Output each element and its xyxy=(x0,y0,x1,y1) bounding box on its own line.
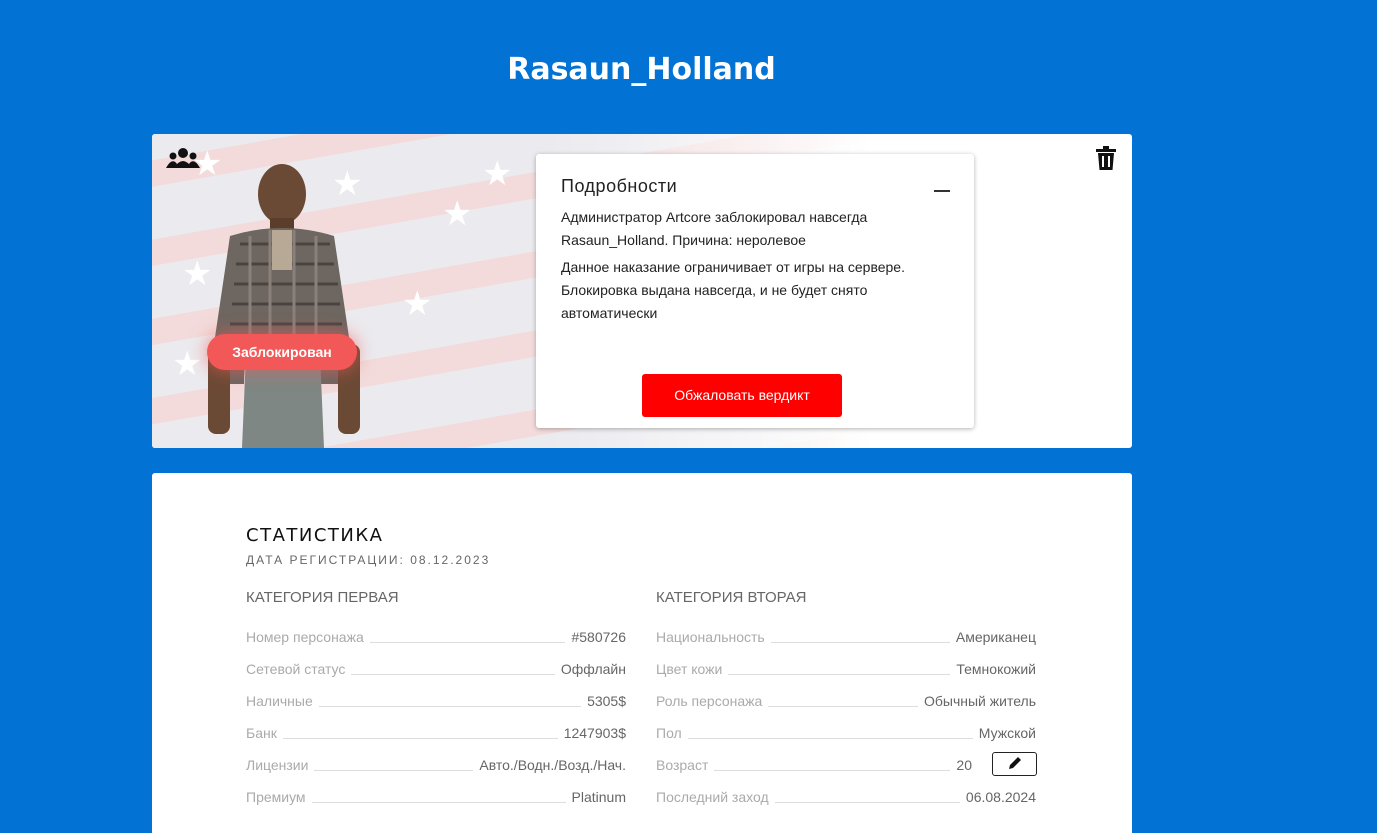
stat-value: Platinum xyxy=(571,789,626,805)
stat-value: Мужской xyxy=(978,725,1036,741)
registration-date: ДАТА РЕГИСТРАЦИИ: 08.12.2023 xyxy=(246,553,491,567)
stat-row: Национальность Американец xyxy=(656,625,1036,645)
details-title: Подробности xyxy=(561,176,678,196)
stat-row: Номер персонажа #580726 xyxy=(246,625,626,645)
stat-row: Сетевой статус Оффлайн xyxy=(246,657,626,677)
stat-row: Премиум Platinum xyxy=(246,785,626,805)
edit-age-button[interactable] xyxy=(992,752,1037,776)
ban-info-text: Данное наказание ограничивает от игры на… xyxy=(561,259,905,321)
stat-label: Банк xyxy=(246,725,277,741)
trash-icon[interactable] xyxy=(1096,146,1116,170)
stat-row: Возраст 20 xyxy=(656,753,972,773)
stat-label: Роль персонажа xyxy=(656,693,763,709)
stat-row: Последний заход 06.08.2024 xyxy=(656,785,1036,805)
status-badge: Заблокирован xyxy=(207,334,357,370)
category-first-title: КАТЕГОРИЯ ПЕРВАЯ xyxy=(246,589,399,606)
stat-label: Наличные xyxy=(246,693,313,709)
star-icon: ★ xyxy=(402,285,433,323)
stat-label: Сетевой статус xyxy=(246,661,346,677)
category-second-title: КАТЕГОРИЯ ВТОРАЯ xyxy=(656,589,807,606)
stat-value: 1247903$ xyxy=(563,725,626,741)
pencil-icon xyxy=(1009,757,1021,769)
stat-label: Пол xyxy=(656,725,682,741)
stat-label: Цвет кожи xyxy=(656,661,723,677)
stat-value: Американец xyxy=(955,629,1036,645)
users-icon[interactable] xyxy=(166,146,200,172)
stat-label: Премиум xyxy=(246,789,306,805)
stat-row: Банк 1247903$ xyxy=(246,721,626,741)
star-icon: ★ xyxy=(172,345,203,383)
stat-value: Оффлайн xyxy=(560,661,626,677)
ban-reason-text: Администратор Artcore заблокировал навсе… xyxy=(561,209,868,248)
stat-value: 5305$ xyxy=(587,693,626,709)
stat-label: Возраст xyxy=(656,757,709,773)
stat-row: Наличные 5305$ xyxy=(246,689,626,709)
stat-label: Последний заход xyxy=(656,789,769,805)
stats-heading: СТАТИСТИКА xyxy=(246,525,384,546)
stat-value: 06.08.2024 xyxy=(965,789,1036,805)
stat-value: 20 xyxy=(956,757,972,773)
star-icon: ★ xyxy=(482,155,513,193)
stat-row: Лицензии Авто./Водн./Возд./Нач. xyxy=(246,753,626,773)
stat-row: Цвет кожи Темнокожий xyxy=(656,657,1036,677)
stat-value: Обычный житель xyxy=(924,693,1036,709)
stat-row: Пол Мужской xyxy=(656,721,1036,741)
appeal-button[interactable]: Обжаловать вердикт xyxy=(642,374,842,417)
stat-value: Темнокожий xyxy=(956,661,1036,677)
star-icon: ★ xyxy=(442,195,473,233)
character-avatar xyxy=(208,164,360,448)
stat-value: Авто./Водн./Возд./Нач. xyxy=(479,757,626,773)
stat-label: Номер персонажа xyxy=(246,629,364,645)
details-panel: Подробности Администратор Artcore заблок… xyxy=(536,154,974,428)
page-title: Rasaun_Holland xyxy=(507,52,776,87)
stat-label: Национальность xyxy=(656,629,765,645)
stat-label: Лицензии xyxy=(246,757,309,773)
character-card: ★ ★ ★ ★ ★ ★ ★ Заблокирован Подробности А… xyxy=(152,134,1132,448)
minus-icon[interactable] xyxy=(934,190,950,192)
stat-value: #580726 xyxy=(571,629,626,645)
stats-panel: СТАТИСТИКА ДАТА РЕГИСТРАЦИИ: 08.12.2023 … xyxy=(152,473,1132,833)
stat-row: Роль персонажа Обычный житель xyxy=(656,689,1036,709)
